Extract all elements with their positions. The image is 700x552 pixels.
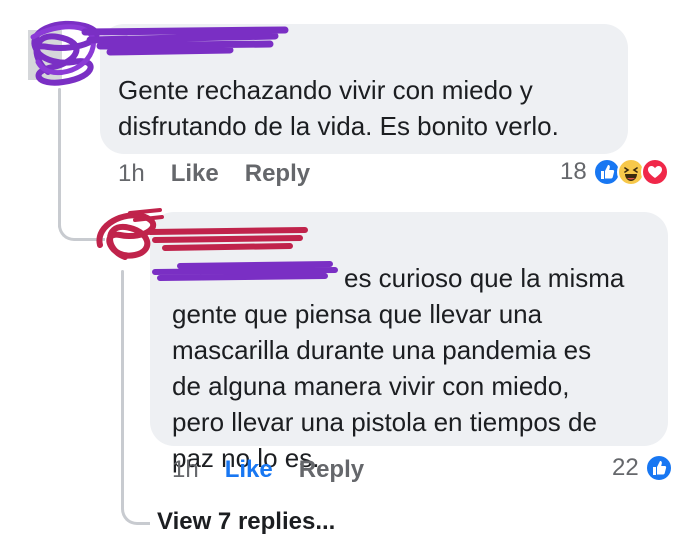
like-button[interactable]: Like	[171, 160, 219, 188]
reaction-count: 22	[612, 454, 639, 481]
like-button[interactable]: Like	[225, 456, 273, 484]
thread-line	[58, 88, 61, 228]
view-replies-link[interactable]: View 7 replies...	[157, 508, 335, 536]
reply-text: es curioso que la misma gente que piensa…	[172, 263, 625, 473]
comment-text: Gente rechazando vivir con miedo y disfr…	[118, 75, 559, 141]
reply-thread-connector	[121, 488, 150, 525]
reaction-summary[interactable]: 22	[612, 454, 673, 482]
love-icon	[640, 158, 669, 186]
like-icon	[644, 454, 673, 482]
reaction-count: 18	[560, 158, 587, 185]
reply-button[interactable]: Reply	[299, 456, 364, 484]
comment-timestamp[interactable]: 1h	[118, 160, 145, 188]
reply-button[interactable]: Reply	[245, 160, 310, 188]
reply-thread-line	[121, 270, 124, 510]
comment-actions: 1h Like Reply	[118, 160, 310, 188]
thread-connector	[58, 208, 105, 241]
reply-timestamp[interactable]: 1h	[172, 456, 199, 484]
reply-actions: 1h Like Reply	[172, 456, 364, 484]
reaction-summary[interactable]: 18	[560, 158, 669, 186]
avatar[interactable]	[18, 12, 108, 92]
